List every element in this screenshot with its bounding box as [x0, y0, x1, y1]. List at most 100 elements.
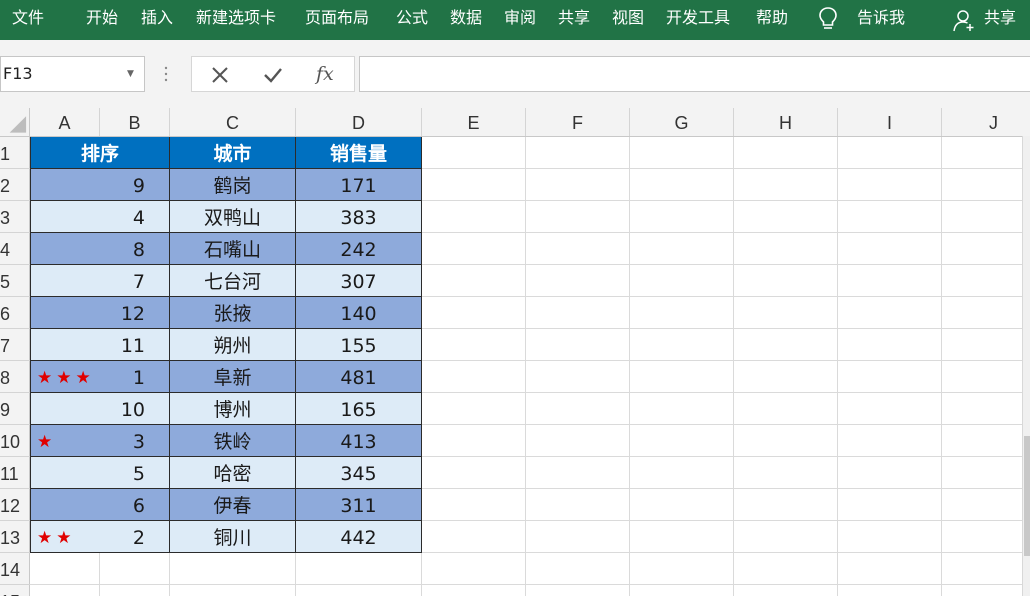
row-header-11[interactable]: 11 [0, 457, 30, 489]
row-header-3[interactable]: 3 [0, 201, 30, 233]
sales-cell[interactable]: 307 [296, 265, 422, 297]
row-header-12[interactable]: 12 [0, 489, 30, 521]
col-header-g[interactable]: G [630, 108, 734, 136]
rank-cell[interactable]: 4 [100, 201, 170, 233]
col-header-b[interactable]: B [100, 108, 170, 136]
row-header-6[interactable]: 6 [0, 297, 30, 329]
scrollbar-thumb[interactable] [1024, 436, 1030, 556]
star-rating-cell[interactable] [30, 265, 100, 297]
tab-formulas[interactable]: 公式 [396, 0, 428, 40]
tab-insert[interactable]: 插入 [141, 0, 173, 40]
city-cell[interactable]: 鹤岗 [170, 169, 296, 201]
city-cell[interactable]: 伊春 [170, 489, 296, 521]
cell-area[interactable]: 排序 城市 销售量 9 鹤岗 171 4 双鸭山 383 8 石嘴山 242 7… [30, 137, 1030, 596]
rank-cell[interactable]: 9 [100, 169, 170, 201]
select-all-button[interactable] [0, 108, 30, 136]
row-header-10[interactable]: 10 [0, 425, 30, 457]
col-header-f[interactable]: F [526, 108, 630, 136]
chevron-down-icon[interactable]: ▼ [127, 57, 134, 91]
header-cell-city[interactable]: 城市 [170, 137, 296, 169]
sales-cell[interactable]: 442 [296, 521, 422, 553]
col-header-j[interactable]: J [942, 108, 1030, 136]
tab-view[interactable]: 视图 [612, 0, 644, 40]
name-box[interactable]: F13 ▼ [0, 56, 145, 92]
row-header-5[interactable]: 5 [0, 265, 30, 297]
tab-data[interactable]: 数据 [450, 0, 482, 40]
sales-cell[interactable]: 140 [296, 297, 422, 329]
city-cell[interactable]: 哈密 [170, 457, 296, 489]
star-rating-cell[interactable] [30, 201, 100, 233]
row-header-13[interactable]: 13 [0, 521, 30, 553]
row-header-9[interactable]: 9 [0, 393, 30, 425]
star-rating-cell[interactable] [30, 457, 100, 489]
col-header-h[interactable]: H [734, 108, 838, 136]
rank-cell[interactable]: 7 [100, 265, 170, 297]
star-rating-cell[interactable]: ★★ [30, 521, 100, 553]
star-rating-cell[interactable]: ★★★ [30, 361, 100, 393]
col-header-d[interactable]: D [296, 108, 422, 136]
worksheet-grid[interactable]: A B C D E F G H I J 1 2 3 4 5 6 7 8 9 10… [0, 108, 1030, 596]
row-header-4[interactable]: 4 [0, 233, 30, 265]
sales-cell[interactable]: 171 [296, 169, 422, 201]
sales-cell[interactable]: 242 [296, 233, 422, 265]
tab-page-layout[interactable]: 页面布局 [305, 0, 369, 40]
star-rating-cell[interactable]: ★ [30, 425, 100, 457]
col-header-a[interactable]: A [30, 108, 100, 136]
row-header-2[interactable]: 2 [0, 169, 30, 201]
rank-cell[interactable]: 1 [100, 361, 170, 393]
city-cell[interactable]: 铜川 [170, 521, 296, 553]
rank-cell[interactable]: 8 [100, 233, 170, 265]
row-header-15[interactable]: 15 [0, 585, 30, 596]
lightbulb-icon[interactable] [817, 6, 839, 32]
insert-function-button[interactable]: fx [316, 58, 340, 85]
col-header-c[interactable]: C [170, 108, 296, 136]
star-rating-cell[interactable] [30, 393, 100, 425]
tab-file[interactable]: 文件 [12, 0, 44, 40]
rank-cell[interactable]: 10 [100, 393, 170, 425]
city-cell[interactable]: 铁岭 [170, 425, 296, 457]
vertical-scrollbar[interactable] [1022, 136, 1030, 596]
city-cell[interactable]: 朔州 [170, 329, 296, 361]
tab-new-tab[interactable]: 新建选项卡 [196, 0, 276, 40]
tell-me-search[interactable]: 告诉我 [857, 0, 905, 40]
tab-home[interactable]: 开始 [86, 0, 118, 40]
star-rating-cell[interactable] [30, 233, 100, 265]
formula-input[interactable] [359, 56, 1030, 92]
sales-cell[interactable]: 155 [296, 329, 422, 361]
rank-cell[interactable]: 5 [100, 457, 170, 489]
star-rating-cell[interactable] [30, 297, 100, 329]
share-button[interactable]: 共享 [984, 0, 1016, 40]
header-cell-sales[interactable]: 销售量 [296, 137, 422, 169]
sales-cell[interactable]: 481 [296, 361, 422, 393]
col-header-i[interactable]: I [838, 108, 942, 136]
city-cell[interactable]: 双鸭山 [170, 201, 296, 233]
rank-cell[interactable]: 3 [100, 425, 170, 457]
sales-cell[interactable]: 311 [296, 489, 422, 521]
star-rating-cell[interactable] [30, 489, 100, 521]
row-header-7[interactable]: 7 [0, 329, 30, 361]
rank-cell[interactable]: 12 [100, 297, 170, 329]
col-header-e[interactable]: E [422, 108, 526, 136]
sales-cell[interactable]: 165 [296, 393, 422, 425]
tab-review[interactable]: 审阅 [504, 0, 536, 40]
rank-cell[interactable]: 2 [100, 521, 170, 553]
tab-developer[interactable]: 开发工具 [666, 0, 730, 40]
row-header-8[interactable]: 8 [0, 361, 30, 393]
row-header-14[interactable]: 14 [0, 553, 30, 585]
star-rating-cell[interactable] [30, 329, 100, 361]
sales-cell[interactable]: 345 [296, 457, 422, 489]
close-icon[interactable] [208, 63, 232, 87]
rank-cell[interactable]: 11 [100, 329, 170, 361]
checkmark-icon[interactable] [261, 63, 285, 87]
tab-share[interactable]: 共享 [558, 0, 590, 40]
row-header-1[interactable]: 1 [0, 137, 30, 169]
star-rating-cell[interactable] [30, 169, 100, 201]
city-cell[interactable]: 阜新 [170, 361, 296, 393]
rank-cell[interactable]: 6 [100, 489, 170, 521]
city-cell[interactable]: 石嘴山 [170, 233, 296, 265]
drag-handle-icon[interactable] [163, 62, 169, 86]
city-cell[interactable]: 七台河 [170, 265, 296, 297]
city-cell[interactable]: 张掖 [170, 297, 296, 329]
tab-help[interactable]: 帮助 [756, 0, 788, 40]
sales-cell[interactable]: 383 [296, 201, 422, 233]
